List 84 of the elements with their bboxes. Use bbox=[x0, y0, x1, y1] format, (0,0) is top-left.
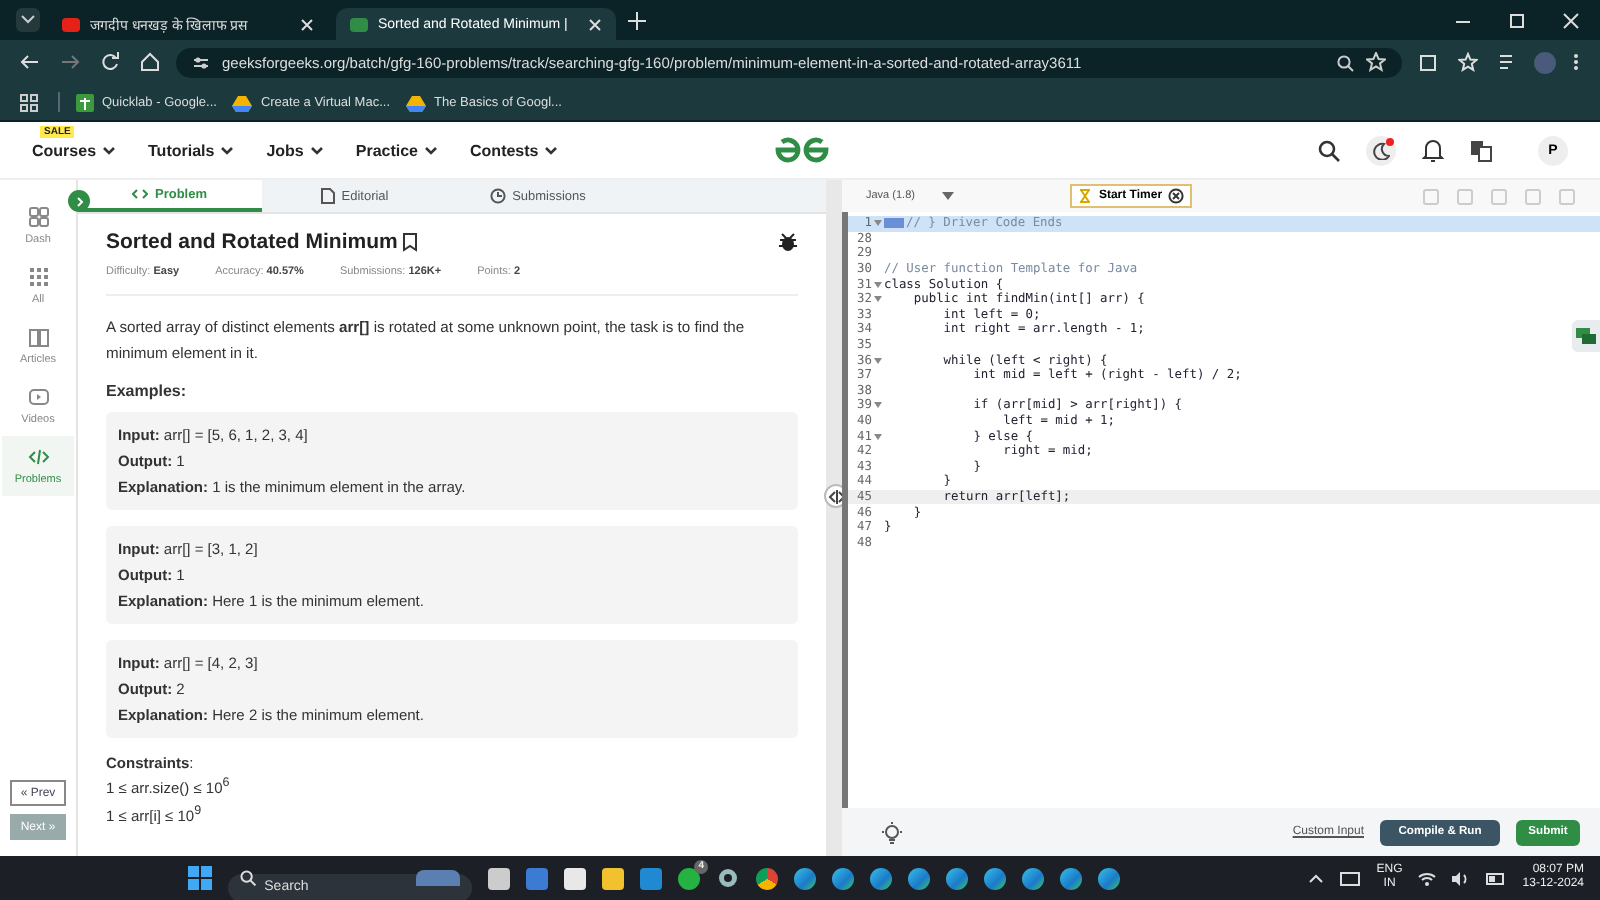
chevron-down-icon bbox=[309, 145, 324, 155]
nav-menu[interactable]: Tutorials bbox=[148, 141, 235, 159]
video-favicon-icon bbox=[62, 17, 80, 31]
apps-grid-icon[interactable] bbox=[16, 89, 42, 115]
cloud-logo-icon bbox=[406, 93, 426, 111]
keyboard-icon[interactable] bbox=[1340, 871, 1361, 885]
close-icon[interactable] bbox=[300, 17, 314, 31]
browser-icon[interactable] bbox=[1022, 867, 1045, 889]
bug-icon[interactable] bbox=[778, 232, 798, 252]
plus-logo-icon bbox=[76, 93, 94, 111]
fold-caret-icon[interactable] bbox=[874, 220, 882, 227]
nav-menu[interactable]: Contests bbox=[470, 141, 559, 159]
close-icon[interactable] bbox=[1558, 7, 1584, 33]
chevron-down-icon bbox=[220, 145, 235, 155]
nav-menu[interactable]: Practice bbox=[355, 141, 439, 159]
fold-caret-icon[interactable] bbox=[874, 357, 882, 364]
tab-search-icon[interactable] bbox=[16, 8, 40, 32]
document-icon bbox=[319, 188, 336, 204]
task-view-icon[interactable] bbox=[488, 867, 511, 889]
chevron-up-icon[interactable] bbox=[1308, 873, 1325, 883]
browser-icon[interactable] bbox=[984, 867, 1007, 889]
code-icon bbox=[27, 446, 49, 468]
chevron-down-icon bbox=[544, 145, 559, 155]
dark-mode-toggle[interactable] bbox=[1366, 135, 1396, 165]
store-icon[interactable] bbox=[564, 867, 587, 889]
close-icon[interactable] bbox=[588, 17, 602, 31]
book-icon bbox=[27, 326, 49, 348]
clock-icon bbox=[490, 188, 507, 204]
chevron-down-icon bbox=[102, 145, 117, 155]
home-icon[interactable] bbox=[136, 48, 164, 76]
nav-menu[interactable]: Jobs bbox=[266, 141, 324, 159]
site-settings-icon[interactable] bbox=[192, 53, 210, 71]
search-highlight-picture bbox=[416, 870, 461, 886]
browser-icon[interactable] bbox=[946, 867, 969, 889]
fold-caret-icon[interactable] bbox=[874, 281, 882, 288]
grid-icon bbox=[27, 206, 49, 228]
video-icon bbox=[27, 386, 49, 408]
chat-button[interactable] bbox=[1572, 320, 1600, 352]
gear-icon[interactable] bbox=[716, 866, 741, 890]
browser-icon[interactable] bbox=[870, 867, 893, 889]
moon-icon bbox=[1372, 141, 1390, 159]
speaker-icon[interactable] bbox=[1452, 871, 1471, 885]
bell-icon[interactable] bbox=[1422, 138, 1444, 162]
chat-icon bbox=[1576, 327, 1596, 345]
browser-icon[interactable] bbox=[1060, 867, 1083, 889]
more-icon[interactable] bbox=[1568, 48, 1584, 76]
chevron-down-icon bbox=[424, 145, 439, 155]
browser-icon[interactable] bbox=[794, 867, 817, 889]
reload-icon[interactable] bbox=[96, 48, 124, 76]
folded-code-marker[interactable] bbox=[884, 218, 904, 229]
hourglass-icon bbox=[1078, 188, 1093, 204]
site-favicon-icon bbox=[350, 17, 368, 31]
cloud-logo-icon bbox=[232, 93, 253, 111]
dots-grid-icon bbox=[27, 266, 49, 288]
code-icon bbox=[132, 186, 149, 202]
notification-dot bbox=[1386, 137, 1394, 145]
logo-icon[interactable] bbox=[772, 136, 832, 164]
expand-button[interactable] bbox=[68, 190, 90, 212]
lightbulb-icon[interactable] bbox=[882, 821, 902, 843]
caret-icon bbox=[942, 192, 955, 200]
photos-icon[interactable] bbox=[526, 867, 549, 889]
chevron-right-icon bbox=[73, 195, 85, 207]
browser-icon[interactable] bbox=[832, 867, 855, 889]
search-icon[interactable] bbox=[1318, 139, 1340, 161]
zoom-icon[interactable] bbox=[1336, 53, 1354, 71]
bookmark-star-icon[interactable] bbox=[1454, 48, 1482, 76]
browser-icon[interactable] bbox=[756, 867, 779, 889]
examples-heading: Examples: bbox=[106, 382, 189, 400]
fold-caret-icon[interactable] bbox=[874, 433, 882, 440]
translate-icon[interactable] bbox=[1470, 139, 1492, 161]
wifi-icon[interactable] bbox=[1418, 871, 1437, 885]
problem-title: Sorted and Rotated Minimum bbox=[106, 230, 398, 254]
code-editor-icon[interactable] bbox=[640, 867, 663, 889]
star-icon[interactable] bbox=[1366, 52, 1386, 72]
battery-icon[interactable] bbox=[1486, 871, 1507, 885]
new-tab-icon[interactable] bbox=[624, 7, 650, 33]
browser-icon[interactable] bbox=[908, 867, 931, 889]
browser-icon[interactable] bbox=[1098, 867, 1121, 889]
windows-start-icon[interactable] bbox=[188, 866, 213, 890]
fold-caret-icon[interactable] bbox=[874, 402, 882, 409]
close-circle-icon bbox=[1168, 188, 1185, 204]
folder-icon[interactable] bbox=[602, 867, 625, 889]
bookmark-icon[interactable] bbox=[401, 232, 418, 252]
fold-caret-icon[interactable] bbox=[874, 296, 882, 303]
